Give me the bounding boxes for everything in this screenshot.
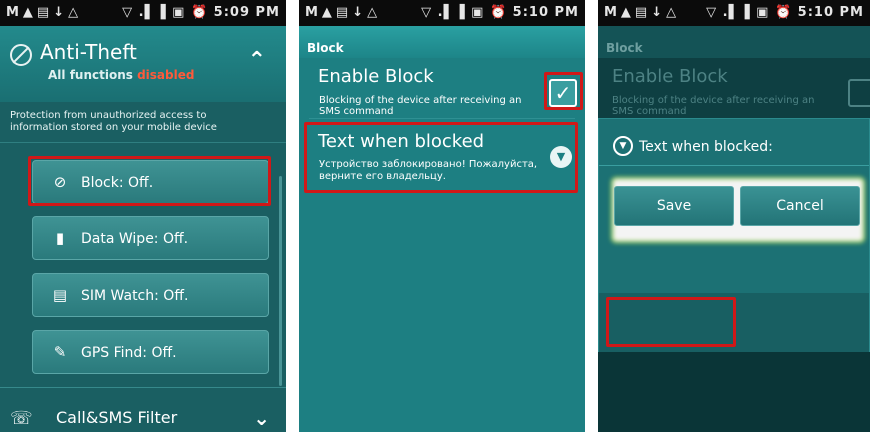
clock: 5:09 PM: [213, 5, 280, 20]
chevron-up-icon[interactable]: ⌃: [248, 48, 266, 73]
chevron-down-icon[interactable]: ⌄: [253, 406, 270, 430]
gps-find-button[interactable]: ✎ GPS Find: Off.: [32, 330, 269, 374]
anti-theft-icon: [10, 44, 32, 66]
chevron-down-icon: ▼: [613, 136, 633, 156]
status-right: ▽ .▌▐ ▣ ⏰ 5:09 PM: [122, 5, 280, 20]
subtitle-prefix: All functions: [48, 68, 133, 82]
trash-icon: ▮: [55, 229, 65, 247]
phone-icon: ☏: [10, 408, 33, 429]
call-sms-filter-label: Call&SMS Filter: [56, 408, 178, 427]
data-wipe-button[interactable]: ▮ Data Wipe: Off.: [32, 216, 269, 260]
data-wipe-label: Data Wipe: Off.: [81, 231, 189, 247]
screen-edit-text-dialog: M▲▤↓△ ▽ .▌▐ ▣ ⏰ 5:10 PM Block Enable Blo…: [598, 0, 870, 432]
highlight-box: [28, 156, 271, 206]
anti-theft-header[interactable]: Anti-Theft All functions disabled ⌃: [0, 26, 286, 102]
dimmed-background: [598, 352, 870, 432]
status-right: ▽ .▌▐ ▣ ⏰ 5:10 PM: [421, 5, 579, 20]
notification-icons: M▲▤↓△: [6, 5, 83, 20]
system-icons: ▽ .▌▐ ▣ ⏰: [421, 5, 508, 20]
save-button[interactable]: Save: [614, 186, 734, 226]
cancel-button[interactable]: Cancel: [740, 186, 860, 226]
page-title: Block: [598, 26, 870, 58]
satellite-icon: ✎: [53, 343, 67, 361]
clock: 5:10 PM: [797, 5, 864, 20]
enable-block-title: Enable Block: [318, 66, 434, 87]
page-title-text: Block: [606, 41, 643, 55]
enable-block-desc: Blocking of the device after receiving a…: [612, 95, 815, 117]
highlight-box: [544, 72, 583, 110]
enable-block-desc: Blocking of the device after receiving a…: [319, 95, 522, 117]
status-right: ▽ .▌▐ ▣ ⏰ 5:10 PM: [706, 5, 864, 20]
clock: 5:10 PM: [512, 5, 579, 20]
divider: [0, 142, 286, 143]
dialog-title: Text when blocked:: [639, 139, 773, 155]
sim-watch-button[interactable]: ▤ SIM Watch: Off.: [32, 273, 269, 317]
divider: [309, 118, 575, 119]
highlight-box: [606, 297, 736, 347]
highlight-box: [304, 122, 578, 193]
sim-watch-label: SIM Watch: Off.: [81, 288, 189, 304]
section-subtitle: All functions disabled: [48, 68, 194, 82]
system-icons: ▽ .▌▐ ▣ ⏰: [706, 5, 793, 20]
scrollbar[interactable]: [279, 176, 282, 386]
section-title: Anti-Theft: [40, 40, 137, 64]
feature-description: Protection from unauthorized access to i…: [10, 110, 217, 133]
disabled-status: disabled: [137, 68, 195, 82]
enable-block-checkbox: [848, 79, 870, 107]
page-title-text: Block: [307, 41, 344, 55]
notification-icons: M▲▤↓△: [604, 5, 681, 20]
status-bar: M▲▤↓△ ▽ .▌▐ ▣ ⏰ 5:10 PM: [598, 0, 870, 26]
enable-block-title: Enable Block: [612, 66, 728, 87]
status-bar: M▲▤↓△ ▽ .▌▐ ▣ ⏰ 5:09 PM: [0, 0, 286, 26]
system-icons: ▽ .▌▐ ▣ ⏰: [122, 5, 209, 20]
screen-block-settings: M▲▤↓△ ▽ .▌▐ ▣ ⏰ 5:10 PM Block Enable Blo…: [299, 0, 585, 432]
page-title: Block: [299, 26, 585, 58]
call-sms-filter-header[interactable]: ☏ Call&SMS Filter ⌄: [0, 388, 286, 432]
notification-icons: M▲▤↓△: [305, 5, 382, 20]
screen-anti-theft: M▲▤↓△ ▽ .▌▐ ▣ ⏰ 5:09 PM Anti-Theft All f…: [0, 0, 286, 432]
gps-find-label: GPS Find: Off.: [81, 345, 177, 361]
status-bar: M▲▤↓△ ▽ .▌▐ ▣ ⏰ 5:10 PM: [299, 0, 585, 26]
divider: [599, 165, 869, 166]
sim-card-icon: ▤: [52, 286, 68, 304]
